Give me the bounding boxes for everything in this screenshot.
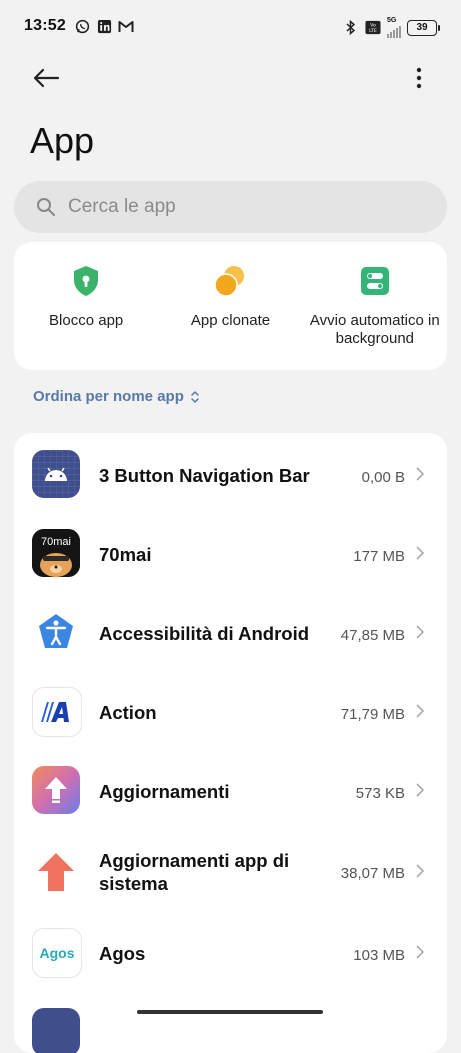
system-update-app-icon — [32, 848, 80, 896]
app-size: 573 KB — [355, 785, 405, 802]
chevron-right-icon — [415, 944, 427, 960]
app-row-partial[interactable] — [14, 993, 447, 1053]
search-input[interactable] — [66, 195, 430, 219]
notification-icons — [74, 18, 134, 34]
app-row-70mai[interactable]: 70mai 70mai 177 MB — [14, 514, 447, 593]
gmail-icon — [118, 18, 134, 34]
shortcut-label: App clonate — [190, 312, 271, 329]
app-name: Accessibilità di Android — [99, 623, 310, 644]
app-row-aggiornamenti-sistema[interactable]: Aggiornamenti app di sistema 38,07 MB — [14, 830, 447, 915]
page-title: App — [30, 120, 95, 161]
back-button[interactable] — [28, 60, 64, 96]
toggle-icon — [358, 264, 392, 298]
sort-selector[interactable]: Ordina per nome app — [33, 388, 200, 405]
app-size: 71,79 MB — [340, 706, 405, 723]
app-row-accessibilita-android[interactable]: Accessibilità di Android 47,85 MB — [14, 593, 447, 672]
whatsapp-icon — [74, 18, 90, 34]
action-app-icon — [32, 687, 82, 737]
app-name: Action — [99, 702, 157, 723]
sort-chevrons-icon — [191, 390, 199, 403]
more-options-button[interactable] — [407, 60, 431, 96]
status-time: 13:52 — [24, 17, 66, 34]
shortcuts-card: Blocco app App clonate Avvio automatico … — [14, 242, 447, 370]
shortcut-app-clonate[interactable]: App clonate — [158, 242, 302, 370]
volte-icon: Vo LTE — [365, 20, 381, 36]
battery-indicator: 39 — [407, 19, 440, 36]
app-size: 47,85 MB — [340, 627, 405, 644]
chevron-right-icon — [415, 466, 427, 482]
bluetooth-icon — [343, 20, 359, 36]
svg-text:70mai: 70mai — [41, 536, 71, 548]
app-list: 3 Button Navigation Bar 0,00 B 70mai 70m… — [14, 433, 447, 1053]
clone-circles-icon — [213, 264, 247, 298]
app-size: 0,00 B — [361, 469, 405, 486]
app-name: 70mai — [99, 544, 152, 565]
app-row-agos[interactable]: Agos Agos 103 MB — [14, 913, 447, 992]
app-name: 3 Button Navigation Bar — [99, 465, 310, 486]
status-bar: 13:52 Vo LTE 5G 39 — [0, 0, 461, 52]
more-vertical-icon — [416, 67, 422, 89]
app-size: 38,07 MB — [340, 865, 405, 882]
arrow-left-icon — [33, 68, 60, 88]
shortcut-blocco-app[interactable]: Blocco app — [14, 242, 158, 370]
search-icon — [36, 197, 56, 217]
agos-app-icon: Agos — [32, 928, 82, 978]
system-icons: Vo LTE 5G 39 — [343, 17, 440, 38]
svg-text:Agos: Agos — [40, 945, 75, 961]
chevron-right-icon — [415, 545, 427, 561]
search-bar[interactable] — [14, 181, 447, 233]
shortcut-label: Avvio automatico in background — [309, 312, 440, 347]
chevron-right-icon — [415, 624, 427, 640]
app-name: Aggiornamenti app di sistema — [99, 850, 290, 894]
app-name: Agos — [99, 943, 146, 964]
chevron-right-icon — [415, 782, 427, 798]
svg-text:Vo: Vo — [370, 23, 376, 29]
app-name: Aggiornamenti — [99, 781, 230, 802]
chevron-right-icon — [415, 703, 427, 719]
svg-text:LTE: LTE — [369, 28, 377, 34]
update-arrow-app-icon — [32, 766, 80, 814]
app-row-action[interactable]: Action 71,79 MB — [14, 672, 447, 751]
shortcut-avvio-automatico[interactable]: Avvio automatico in background — [303, 242, 447, 370]
sort-label: Ordina per nome app — [33, 388, 184, 405]
network-type: 5G — [387, 17, 397, 24]
app-size: 103 MB — [353, 947, 405, 964]
linkedin-icon — [96, 18, 112, 34]
chevron-right-icon — [415, 863, 427, 879]
android-app-icon — [32, 1008, 80, 1053]
shortcut-label: Blocco app — [49, 312, 124, 329]
android-navbar-app-icon — [32, 450, 80, 498]
home-indicator[interactable] — [137, 1010, 323, 1014]
app-row-3-button-navigation-bar[interactable]: 3 Button Navigation Bar 0,00 B — [14, 435, 447, 514]
70mai-app-icon: 70mai — [32, 529, 80, 577]
accessibility-app-icon — [32, 608, 80, 656]
5g-signal-icon: 5G — [387, 17, 401, 38]
app-row-aggiornamenti[interactable]: Aggiornamenti 573 KB — [14, 751, 447, 830]
app-size: 177 MB — [353, 548, 405, 565]
shield-lock-icon — [69, 264, 103, 298]
